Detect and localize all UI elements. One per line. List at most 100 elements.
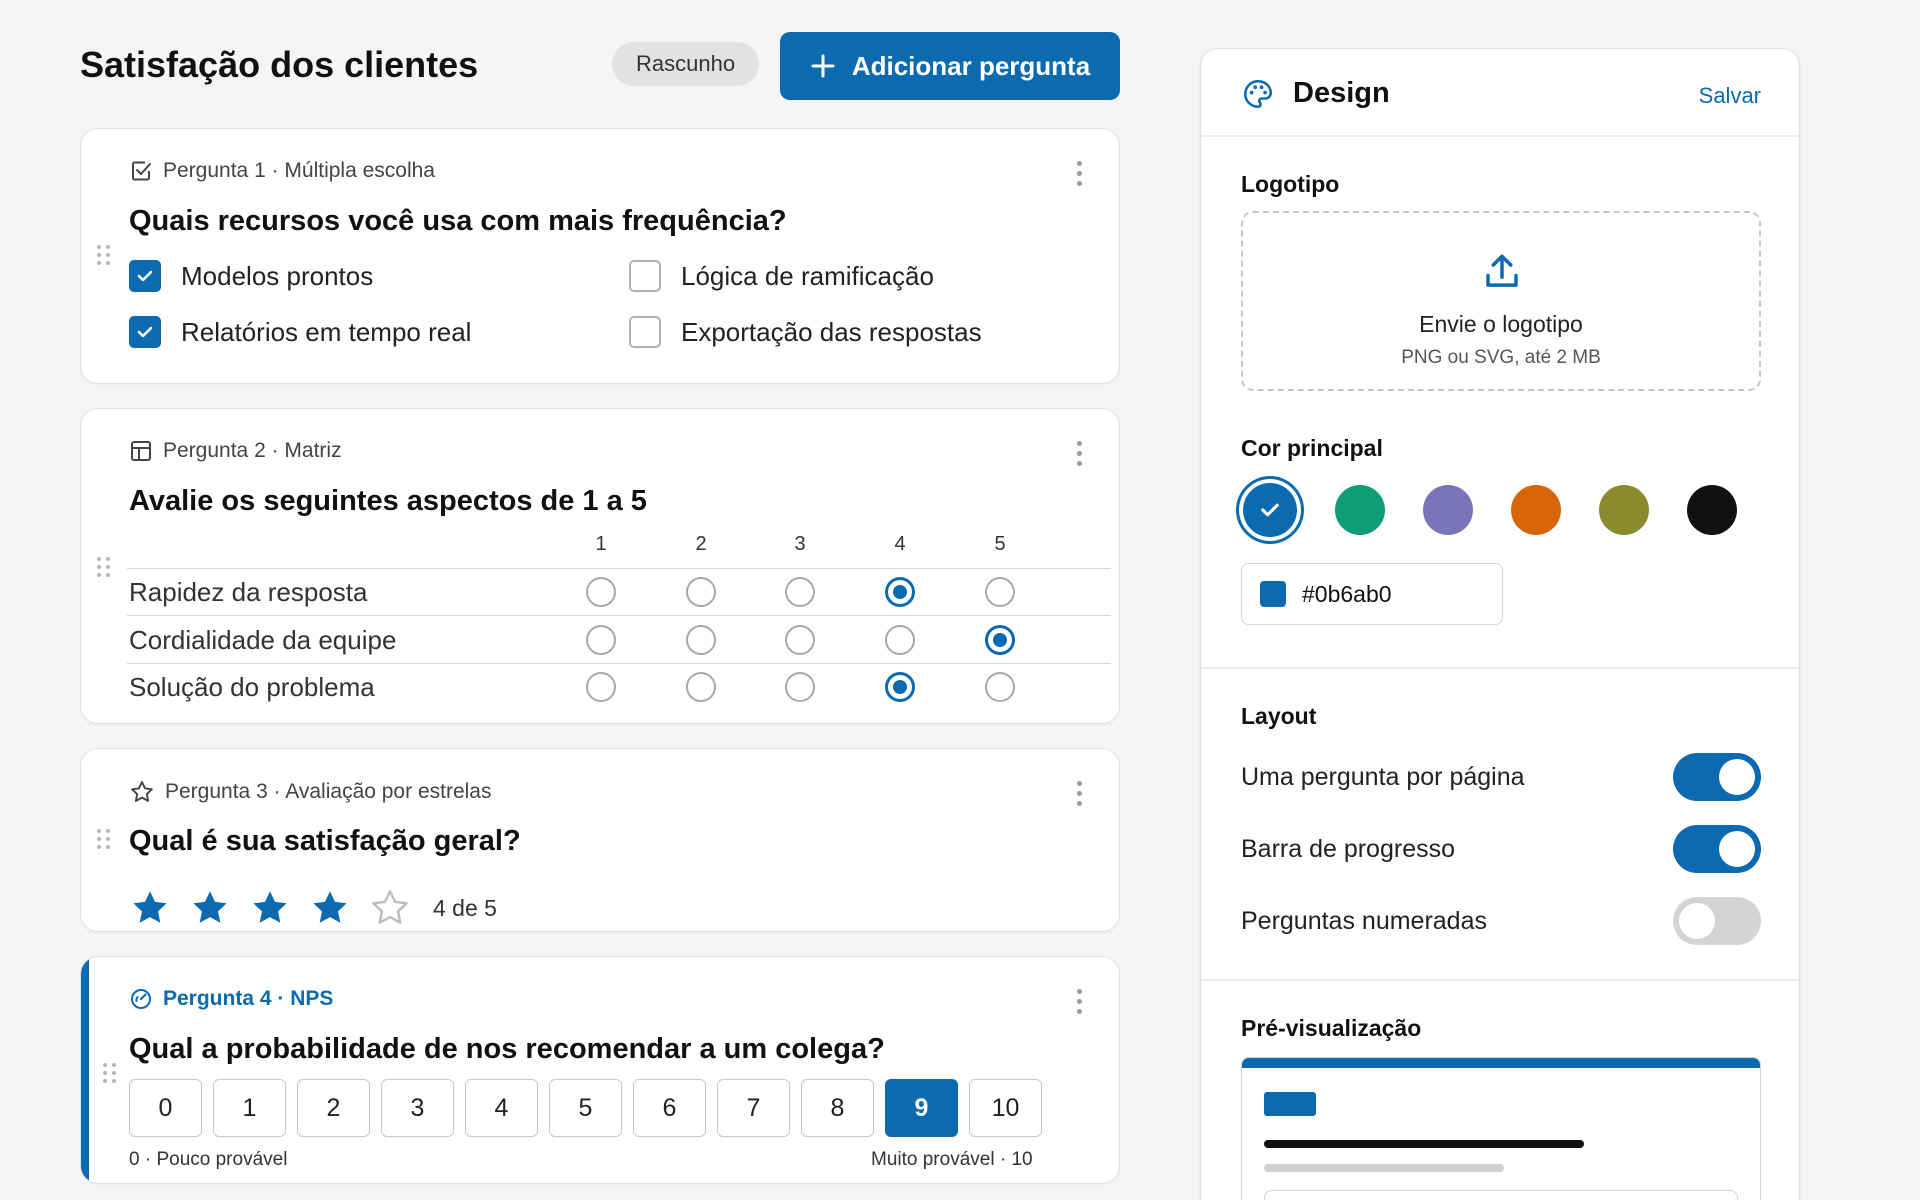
option-checkbox[interactable]: Relatórios em tempo real bbox=[129, 316, 471, 348]
matrix-radio[interactable] bbox=[586, 625, 616, 655]
toggle-numbered-questions[interactable] bbox=[1673, 897, 1761, 945]
star-filled-icon[interactable] bbox=[189, 887, 231, 929]
more-options-icon[interactable] bbox=[1075, 781, 1083, 806]
matrix-radio[interactable] bbox=[785, 625, 815, 655]
upload-hint: PNG ou SVG, até 2 MB bbox=[1401, 347, 1601, 368]
checkbox-unchecked[interactable] bbox=[629, 316, 661, 348]
drag-handle-icon[interactable] bbox=[97, 245, 111, 265]
matrix-radio[interactable] bbox=[885, 625, 915, 655]
option-checkbox[interactable]: Lógica de ramificação bbox=[629, 260, 934, 292]
matrix-radio[interactable] bbox=[686, 577, 716, 607]
color-swatch[interactable] bbox=[1423, 485, 1473, 535]
matrix-radio[interactable] bbox=[586, 577, 616, 607]
logo-upload-dropzone[interactable]: Envie o logotipo PNG ou SVG, até 2 MB bbox=[1241, 211, 1761, 391]
question-meta: Pergunta 2 · Matriz bbox=[129, 439, 342, 463]
nps-option[interactable]: 2 bbox=[297, 1079, 370, 1137]
matrix-divider bbox=[127, 663, 1111, 664]
nps-option[interactable]: 3 bbox=[381, 1079, 454, 1137]
option-checkbox[interactable]: Modelos prontos bbox=[129, 260, 373, 292]
nps-option[interactable]: 5 bbox=[549, 1079, 622, 1137]
more-options-icon[interactable] bbox=[1075, 161, 1083, 186]
nps-low-label: 0 · Pouco provável bbox=[129, 1149, 288, 1170]
nps-option[interactable]: 10 bbox=[969, 1079, 1042, 1137]
star-outline-icon bbox=[131, 781, 153, 802]
option-label: Modelos prontos bbox=[181, 260, 374, 291]
checkbox-unchecked[interactable] bbox=[629, 260, 661, 292]
drag-handle-icon[interactable] bbox=[103, 1063, 117, 1083]
drag-handle-icon[interactable] bbox=[97, 829, 111, 849]
color-swatch[interactable] bbox=[1599, 485, 1649, 535]
table-grid-icon bbox=[131, 441, 151, 461]
toggle-knob bbox=[1679, 903, 1715, 939]
more-options-icon[interactable] bbox=[1075, 989, 1083, 1014]
more-options-icon[interactable] bbox=[1075, 441, 1083, 466]
option-checkbox[interactable]: Exportação das respostas bbox=[629, 316, 982, 348]
toggle-row: Perguntas numeradas bbox=[1241, 897, 1761, 945]
hex-value: #0b6ab0 bbox=[1302, 580, 1392, 607]
preview-input-placeholder bbox=[1264, 1190, 1738, 1200]
matrix-radio[interactable] bbox=[586, 672, 616, 702]
matrix-divider bbox=[127, 568, 1111, 569]
matrix-radio[interactable] bbox=[686, 672, 716, 702]
toggle-progress-bar[interactable] bbox=[1673, 825, 1761, 873]
nps-option-selected[interactable]: 9 bbox=[885, 1079, 958, 1137]
section-title-logo: Logotipo bbox=[1241, 171, 1340, 197]
checkbox-checked[interactable] bbox=[129, 316, 161, 348]
nps-scale: 0 1 2 3 4 5 6 7 8 9 10 bbox=[129, 1079, 1042, 1137]
star-empty-icon[interactable] bbox=[369, 887, 411, 929]
matrix-row-label: Rapidez da resposta bbox=[129, 577, 368, 607]
color-swatch[interactable] bbox=[1335, 485, 1385, 535]
matrix-radio-selected[interactable] bbox=[885, 577, 915, 607]
add-question-label: Adicionar pergunta bbox=[851, 50, 1091, 81]
color-swatch[interactable] bbox=[1687, 485, 1737, 535]
hex-color-input[interactable]: #0b6ab0 bbox=[1241, 563, 1503, 625]
matrix-column-header: 4 bbox=[894, 533, 906, 555]
option-label: Lógica de ramificação bbox=[681, 260, 934, 291]
matrix-radio[interactable] bbox=[686, 625, 716, 655]
nps-option[interactable]: 7 bbox=[717, 1079, 790, 1137]
question-meta-label: Pergunta 3 · Avaliação por estrelas bbox=[165, 780, 492, 803]
toggle-row: Uma pergunta por página bbox=[1241, 753, 1761, 801]
nps-option[interactable]: 4 bbox=[465, 1079, 538, 1137]
matrix-radio[interactable] bbox=[985, 577, 1015, 607]
section-title-preview: Pré-visualização bbox=[1241, 1015, 1422, 1041]
divider bbox=[1201, 667, 1799, 669]
palette-icon bbox=[1243, 79, 1273, 109]
checkbox-checked[interactable] bbox=[129, 260, 161, 292]
toggle-label: Perguntas numeradas bbox=[1241, 906, 1487, 935]
matrix-row-label: Cordialidade da equipe bbox=[129, 625, 397, 655]
toggle-one-question-per-page[interactable] bbox=[1673, 753, 1761, 801]
star-rating[interactable]: 4 de 5 bbox=[129, 887, 497, 929]
question-meta: Pergunta 3 · Avaliação por estrelas bbox=[129, 779, 491, 805]
matrix-radio-selected[interactable] bbox=[985, 625, 1015, 655]
gauge-icon bbox=[131, 989, 151, 1009]
matrix-column-header: 2 bbox=[695, 533, 707, 555]
question-card-3[interactable]: Pergunta 3 · Avaliação por estrelas Qual… bbox=[80, 748, 1120, 932]
question-card-2[interactable]: Pergunta 2 · Matriz Avalie os seguintes … bbox=[80, 408, 1120, 724]
nps-option[interactable]: 1 bbox=[213, 1079, 286, 1137]
star-filled-icon[interactable] bbox=[309, 887, 351, 929]
upload-title: Envie o logotipo bbox=[1419, 311, 1583, 337]
matrix-radio[interactable] bbox=[785, 577, 815, 607]
add-question-button[interactable]: Adicionar pergunta bbox=[780, 32, 1120, 100]
matrix-radio[interactable] bbox=[985, 672, 1015, 702]
section-title-color: Cor principal bbox=[1241, 435, 1383, 461]
question-card-1[interactable]: Pergunta 1 · Múltipla escolha Quais recu… bbox=[80, 128, 1120, 384]
color-swatch-selected[interactable] bbox=[1243, 483, 1297, 537]
star-filled-icon[interactable] bbox=[129, 887, 171, 929]
color-swatch[interactable] bbox=[1511, 485, 1561, 535]
matrix-column-header: 3 bbox=[794, 533, 806, 555]
preview-text-placeholder bbox=[1264, 1164, 1504, 1172]
matrix-divider bbox=[127, 615, 1111, 616]
matrix-radio[interactable] bbox=[785, 672, 815, 702]
star-filled-icon[interactable] bbox=[249, 887, 291, 929]
nps-option[interactable]: 6 bbox=[633, 1079, 706, 1137]
nps-option[interactable]: 0 bbox=[129, 1079, 202, 1137]
question-card-4[interactable]: Pergunta 4 · NPS Qual a probabilidade de… bbox=[80, 956, 1120, 1184]
check-icon bbox=[137, 270, 153, 282]
drag-handle-icon[interactable] bbox=[97, 557, 111, 577]
matrix-radio-selected[interactable] bbox=[885, 672, 915, 702]
matrix-column-header: 1 bbox=[595, 533, 607, 555]
save-button[interactable]: Salvar bbox=[1699, 83, 1761, 109]
nps-option[interactable]: 8 bbox=[801, 1079, 874, 1137]
